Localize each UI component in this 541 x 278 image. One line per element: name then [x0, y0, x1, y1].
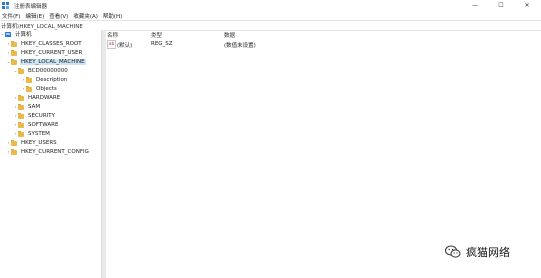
- folder-icon: [26, 76, 32, 83]
- folder-icon: [11, 49, 17, 56]
- tree-node-software[interactable]: › SOFTWARE: [13, 121, 59, 129]
- value-name: (默认): [117, 43, 133, 49]
- folder-icon: [11, 139, 17, 146]
- tree-node-description[interactable]: › Description: [21, 76, 68, 84]
- tree-node-label: SYSTEM: [28, 131, 50, 137]
- value-data: (数值未设置): [224, 43, 256, 49]
- tree-node-security[interactable]: › SECURITY: [13, 112, 56, 120]
- tree-node-hkey-classes-root[interactable]: › HKEY_CLASSES_ROOT: [6, 40, 83, 48]
- wechat-icon: [445, 245, 461, 258]
- registry-tree: ⌄ 计算机 › HKEY_CLASSES_ROOT › HKEY_CURRENT…: [0, 30, 101, 278]
- folder-icon: [18, 121, 24, 128]
- minimize-button[interactable]: —: [463, 0, 487, 11]
- tree-node-sam[interactable]: › SAM: [13, 103, 41, 111]
- folder-icon: [18, 112, 24, 119]
- watermark-text: 疯猫网络: [466, 246, 510, 259]
- close-button[interactable]: ✕: [515, 0, 539, 11]
- tree-node-label: 计算机: [15, 32, 32, 38]
- folder-icon: [18, 130, 24, 137]
- address-path[interactable]: 计算机\HKEY_LOCAL_MACHINE: [1, 22, 83, 30]
- list-header: 名称 类型 数据: [106, 30, 541, 39]
- folder-icon: [11, 148, 17, 155]
- menu-view[interactable]: 查看(V): [49, 12, 68, 20]
- tree-node-label: HKEY_LOCAL_MACHINE: [20, 59, 86, 65]
- tree-node-bcd00000000[interactable]: ⌄ BCD00000000: [13, 67, 69, 75]
- tree-node-label: Objects: [36, 86, 57, 92]
- tree-node-label: HKEY_CURRENT_USER: [21, 50, 83, 56]
- window-title: 注册表编辑器: [14, 3, 48, 10]
- maximize-button[interactable]: ☐: [489, 0, 513, 11]
- folder-icon: [11, 40, 17, 47]
- table-row[interactable]: ab (默认) REG_SZ (数值未设置): [106, 40, 541, 49]
- string-value-icon: ab: [107, 40, 116, 49]
- tree-node-label: Description: [36, 77, 68, 83]
- column-header-data[interactable]: 数据: [224, 31, 235, 39]
- folder-icon: [18, 103, 24, 110]
- menu-help[interactable]: 帮助(H): [103, 12, 122, 20]
- menu-file[interactable]: 文件(F): [2, 12, 20, 20]
- tree-node-system[interactable]: › SYSTEM: [13, 130, 51, 138]
- menu-bar: 文件(F) 编辑(E) 查看(V) 收藏夹(A) 帮助(H): [0, 11, 541, 20]
- column-header-type[interactable]: 类型: [151, 31, 162, 39]
- menu-edit[interactable]: 编辑(E): [25, 12, 44, 20]
- tree-node-label: HKEY_CLASSES_ROOT: [21, 41, 82, 47]
- tree-node-label: SAM: [28, 104, 41, 110]
- tree-node-label: BCD00000000: [28, 68, 68, 74]
- tree-node-label: HARDWARE: [28, 95, 61, 101]
- watermark: 疯猫网络: [445, 244, 510, 260]
- tree-node-objects[interactable]: › Objects: [21, 85, 58, 93]
- tree-node-label: SECURITY: [28, 113, 55, 119]
- title-bar: 注册表编辑器 — ☐ ✕: [0, 0, 541, 11]
- tree-node-label: HKEY_USERS: [21, 140, 57, 146]
- computer-icon: [5, 31, 11, 37]
- tree-node-label: SOFTWARE: [28, 122, 59, 128]
- tree-node-hkey-local-machine[interactable]: ⌄ HKEY_LOCAL_MACHINE: [6, 58, 86, 66]
- value-type: REG_SZ: [151, 41, 173, 47]
- tree-node-hkey-current-user[interactable]: › HKEY_CURRENT_USER: [6, 49, 83, 57]
- folder-icon: [26, 85, 32, 92]
- pane-splitter[interactable]: [101, 30, 106, 278]
- tree-node-hkey-current-config[interactable]: › HKEY_CURRENT_CONFIG: [6, 148, 90, 156]
- folder-open-icon: [11, 58, 17, 65]
- regedit-app-icon: [2, 2, 9, 9]
- tree-node-hardware[interactable]: › HARDWARE: [13, 94, 61, 102]
- tree-node-computer[interactable]: ⌄ 计算机: [0, 30, 33, 38]
- tree-node-hkey-users[interactable]: › HKEY_USERS: [6, 139, 58, 147]
- column-header-name[interactable]: 名称: [107, 31, 118, 39]
- menu-favorites[interactable]: 收藏夹(A): [73, 12, 98, 20]
- tree-node-label: HKEY_CURRENT_CONFIG: [21, 149, 89, 155]
- folder-open-icon: [18, 67, 24, 74]
- folder-icon: [18, 94, 24, 101]
